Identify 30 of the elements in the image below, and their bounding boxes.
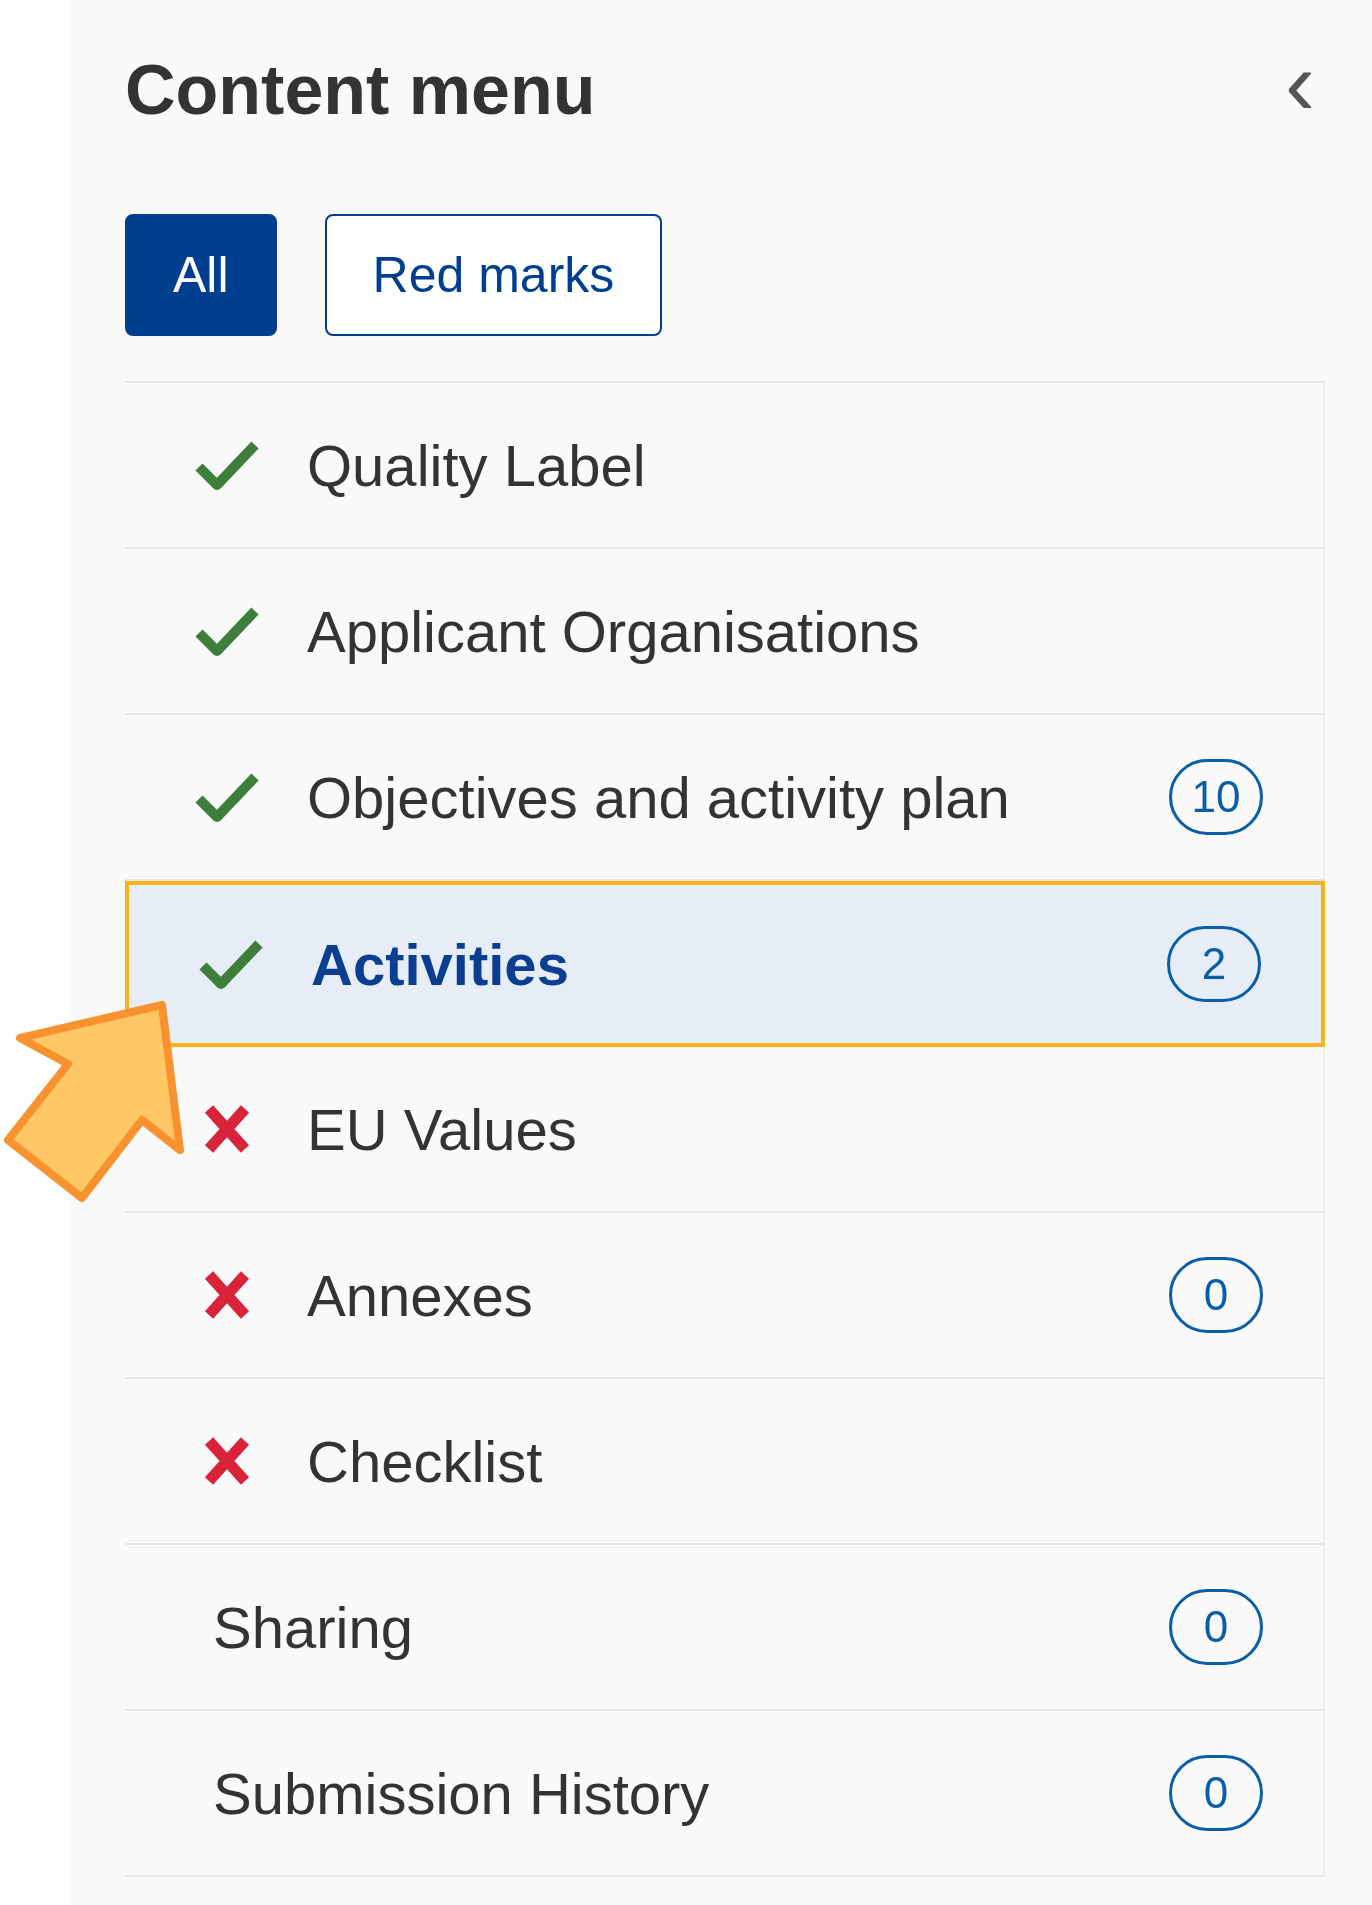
menu-item[interactable]: Checklist xyxy=(125,1379,1325,1545)
count-badge: 0 xyxy=(1169,1257,1263,1333)
filter-tab[interactable]: All xyxy=(125,214,277,336)
menu-item[interactable]: Quality Label xyxy=(125,383,1325,549)
menu-item[interactable]: Applicant Organisations xyxy=(125,549,1325,715)
item-label: Submission History xyxy=(213,1759,710,1828)
item-label: Objectives and activity plan xyxy=(307,763,1010,832)
menu-item[interactable]: Sharing 0 xyxy=(125,1545,1325,1711)
count-badge: 0 xyxy=(1169,1755,1263,1831)
check-icon xyxy=(195,605,259,657)
pointer-arrow-icon xyxy=(2,1000,187,1205)
menu-item[interactable]: Submission History 0 xyxy=(125,1711,1325,1877)
check-icon xyxy=(199,938,263,990)
count-badge: 0 xyxy=(1169,1589,1263,1665)
check-icon xyxy=(195,771,259,823)
item-label: EU Values xyxy=(307,1095,577,1164)
check-icon xyxy=(195,439,259,491)
item-label: Annexes xyxy=(307,1261,533,1330)
menu-item[interactable]: Annexes 0 xyxy=(125,1213,1325,1379)
item-label: Sharing xyxy=(213,1593,413,1662)
count-badge: 2 xyxy=(1167,926,1261,1002)
panel-title: Content menu xyxy=(125,55,596,125)
item-label: Checklist xyxy=(307,1427,543,1496)
item-label: Activities xyxy=(311,930,569,999)
item-label: Quality Label xyxy=(307,431,646,500)
count-badge: 10 xyxy=(1169,759,1263,835)
item-label: Applicant Organisations xyxy=(307,597,920,666)
filter-tab[interactable]: Red marks xyxy=(324,214,663,336)
collapse-button[interactable]: ‹ xyxy=(1285,38,1315,128)
menu-item[interactable]: Activities 2 xyxy=(125,881,1325,1047)
